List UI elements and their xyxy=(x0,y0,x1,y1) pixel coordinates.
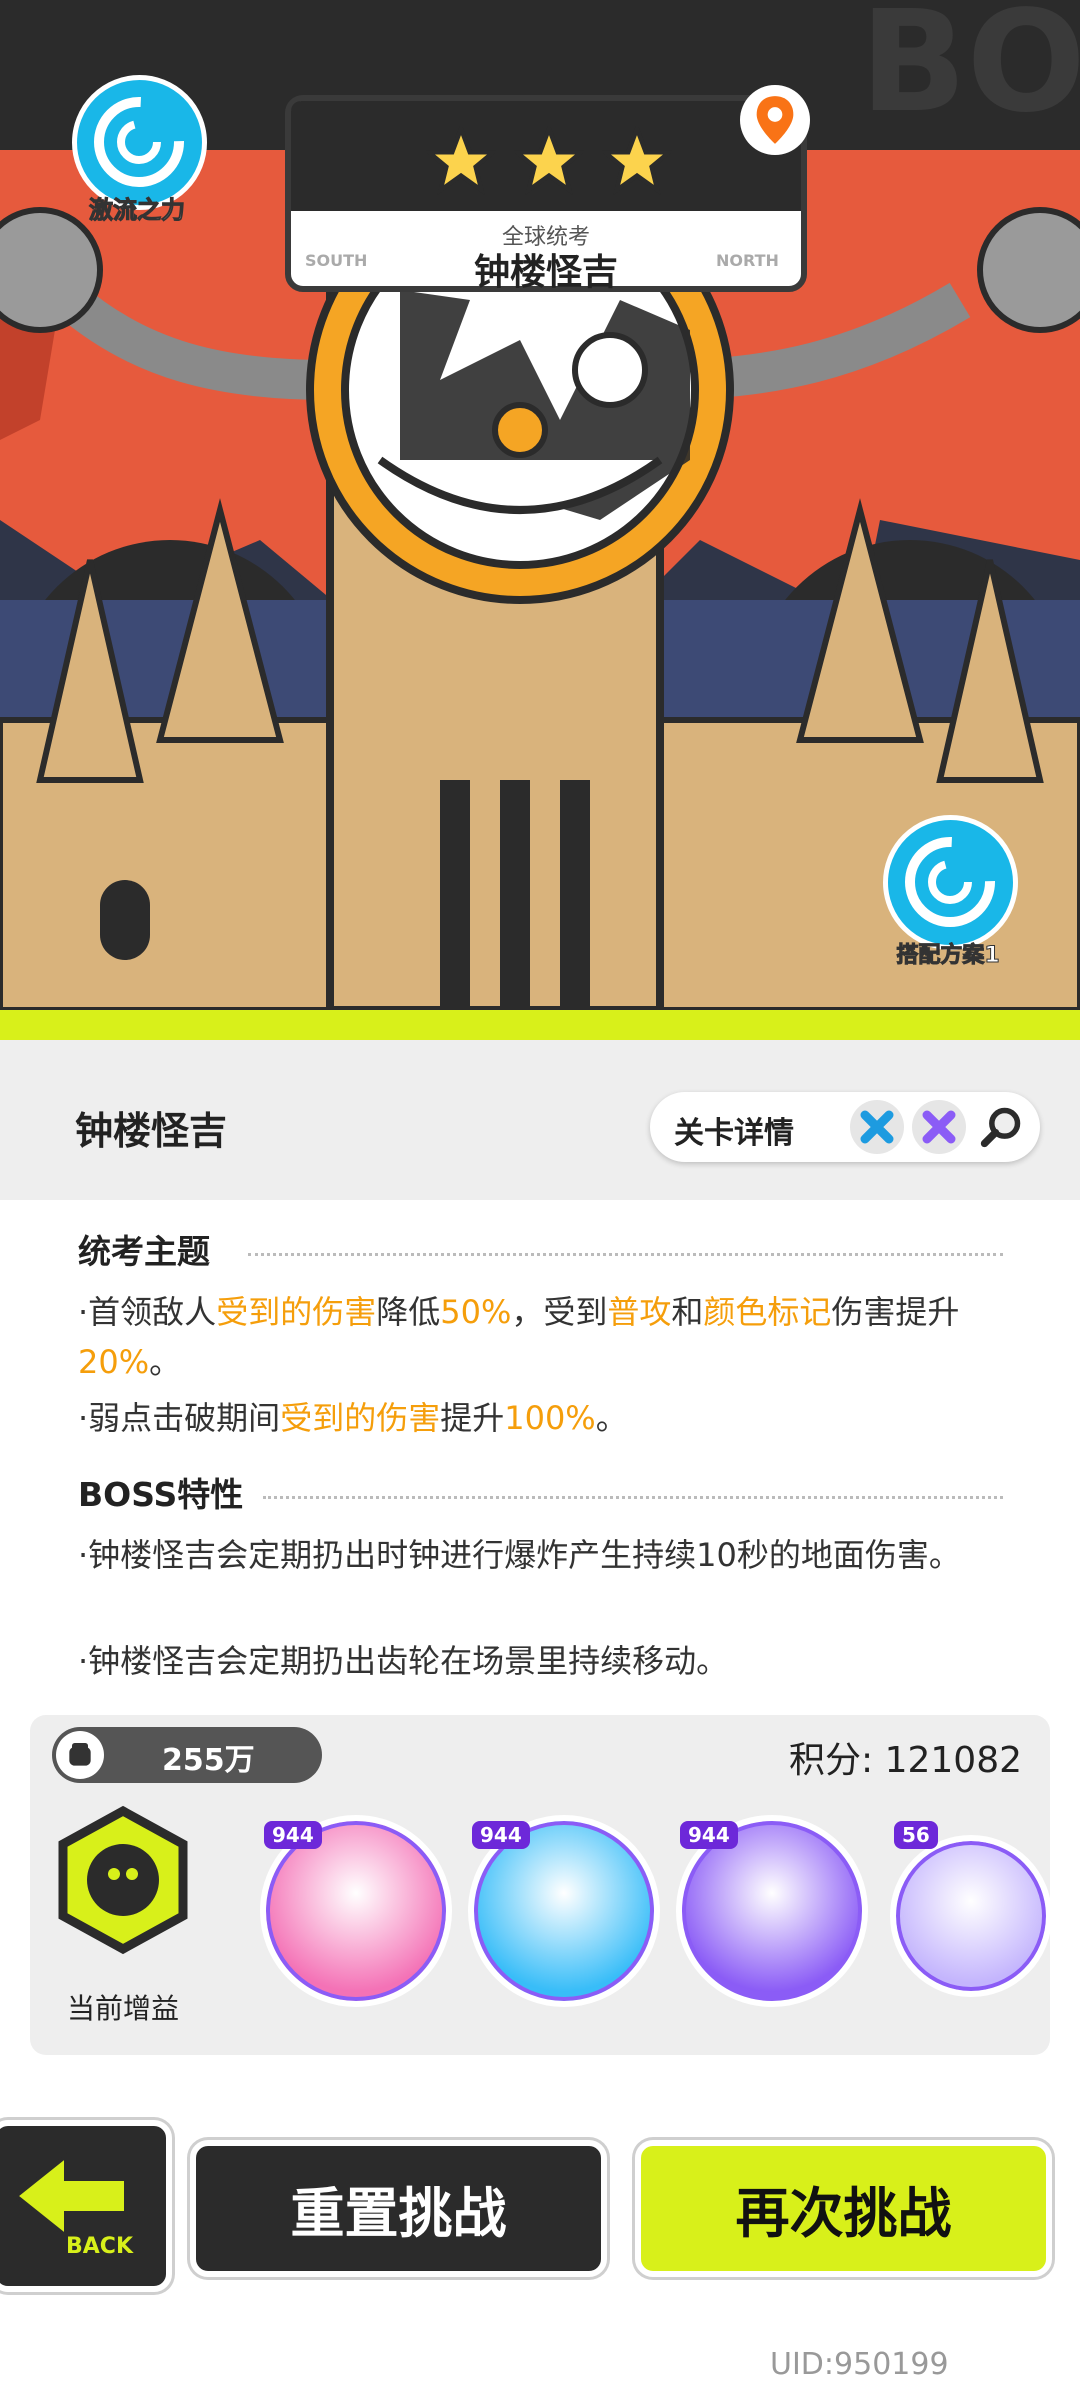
text-segment: ，受到 xyxy=(511,1293,608,1331)
back-button[interactable]: BACK xyxy=(0,2120,172,2292)
magnifier-graphic xyxy=(980,1107,1021,1148)
purple-element-icon xyxy=(912,1100,966,1154)
highlight-text: 受到的伤害 xyxy=(280,1399,441,1437)
fist-icon xyxy=(56,1731,104,1779)
hero-level-badge: 944 xyxy=(264,1821,322,1849)
swirl-icon xyxy=(883,815,1018,950)
blue-element-icon xyxy=(850,1100,904,1154)
star-icon xyxy=(514,126,584,196)
stage-title-panel: 全球统考 钟楼怪吉 SOUTH NORTH xyxy=(285,95,807,293)
hero-level-badge: 56 xyxy=(894,1821,938,1849)
boss-section-header: BOSS特性 xyxy=(78,1468,1003,1514)
star-icon xyxy=(602,126,672,196)
boss-line-2: ·钟楼怪吉会定期扔出齿轮在场景里持续移动。 xyxy=(78,1642,729,1680)
highlight-text: 受到的伤害 xyxy=(216,1293,377,1331)
text-segment: 和 xyxy=(671,1293,704,1331)
buff-hexagon-icon xyxy=(58,1805,188,1955)
highlight-text: 50% xyxy=(440,1293,512,1331)
swirl-graphic xyxy=(905,837,995,927)
stage-details-pill[interactable]: 关卡详情 xyxy=(650,1092,1040,1162)
buff-badge-label: 激流之力 xyxy=(89,196,186,225)
highlight-text: 普攻 xyxy=(607,1293,672,1331)
text-segment: ·弱点击破期间 xyxy=(78,1399,281,1437)
svg-text:BO: BO xyxy=(860,0,1080,144)
text-segment: 伤害提升 xyxy=(831,1293,960,1331)
current-buff-label: 当前增益 xyxy=(66,1992,179,2025)
score-card: 255万 积分: 121082 当前增益 944 944 944 56 xyxy=(30,1715,1052,2055)
text-segment: 提升 xyxy=(440,1399,505,1437)
power-value: 255万 xyxy=(162,1743,255,1778)
stage-illustration: BO 激流之力 全球统考 钟楼怪吉 SOUTH NORTH 搭配方案1 xyxy=(0,0,1080,1010)
highlight-text: 20% xyxy=(78,1343,150,1381)
hero-level-badge: 944 xyxy=(680,1821,738,1849)
loadout-label: 搭配方案1 xyxy=(896,943,1000,969)
boss-traits-title: BOSS特性 xyxy=(78,1475,244,1514)
boss-title: 钟楼怪吉 xyxy=(75,1109,228,1153)
theme-section-header: 统考主题 xyxy=(78,1225,1003,1271)
star-icon xyxy=(426,126,496,196)
theme-line-1: ·首领敌人受到的伤害降低50%，受到普攻和颜色标记伤害提升 20%。 xyxy=(78,1287,1028,1387)
text-segment: ·首领敌人 xyxy=(78,1293,217,1331)
star-rating xyxy=(426,126,672,196)
hero-avatar[interactable]: 944 xyxy=(676,1815,868,2007)
highlight-text: 100% xyxy=(504,1399,596,1437)
text-segment: 。 xyxy=(149,1343,182,1381)
power-pill: 255万 xyxy=(52,1727,322,1783)
magnifier-icon[interactable] xyxy=(974,1100,1028,1154)
hero-avatar[interactable]: 56 xyxy=(890,1815,1080,2005)
dotted-divider xyxy=(263,1496,1003,1499)
hero-avatar[interactable]: 944 xyxy=(260,1815,452,2007)
back-label: BACK xyxy=(66,2234,133,2259)
cross-graphic xyxy=(860,1110,894,1144)
cross-graphic xyxy=(922,1110,956,1144)
hero-avatar[interactable]: 944 xyxy=(468,1815,660,2007)
text-segment: 降低 xyxy=(376,1293,441,1331)
theme-title: 统考主题 xyxy=(78,1232,210,1271)
stage-details-label: 关卡详情 xyxy=(674,1116,794,1151)
text-segment: 。 xyxy=(595,1399,628,1437)
direction-left: SOUTH xyxy=(305,251,368,270)
boss-line-1: ·钟楼怪吉会定期扔出时钟进行爆炸产生持续10秒的地面伤害。 xyxy=(78,1536,961,1574)
theme-line-2: ·弱点击破期间受到的伤害提升100%。 xyxy=(78,1393,1028,1443)
highlight-text: 颜色标记 xyxy=(703,1293,832,1331)
buff-badge[interactable]: 激流之力 xyxy=(62,70,212,225)
dotted-divider xyxy=(248,1253,1003,1256)
pin-graphic xyxy=(756,96,794,144)
current-buff[interactable] xyxy=(48,1805,198,1965)
boss-title-bar: 钟楼怪吉 关卡详情 xyxy=(0,1040,1080,1200)
hero-portrait xyxy=(890,1835,1052,1997)
hero-level-badge: 944 xyxy=(472,1821,530,1849)
fist-graphic xyxy=(69,1743,91,1766)
swirl-graphic xyxy=(94,97,184,187)
direction-right: NORTH xyxy=(716,251,779,270)
score-value: 积分: 121082 xyxy=(789,1740,1022,1781)
location-pin-icon[interactable] xyxy=(740,85,810,155)
retry-challenge-button[interactable]: 再次挑战 xyxy=(635,2140,1052,2277)
uid-label: UID:950199 xyxy=(770,2347,949,2382)
loadout-button[interactable]: 搭配方案1 xyxy=(868,815,1028,975)
reset-challenge-button[interactable]: 重置挑战 xyxy=(190,2140,607,2277)
lime-divider xyxy=(0,1010,1080,1040)
